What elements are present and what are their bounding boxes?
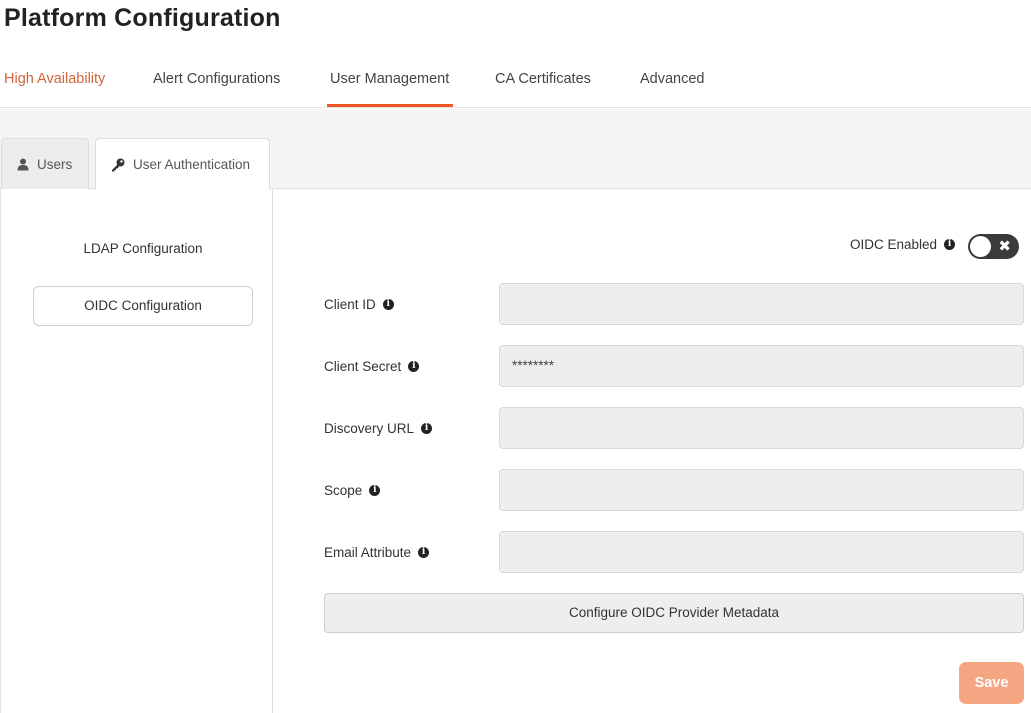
tab-advanced[interactable]: Advanced <box>640 71 705 87</box>
top-tab-bar: High Availability Alert Configurations U… <box>0 56 1031 108</box>
tab-user-management[interactable]: User Management <box>330 71 449 87</box>
ldap-configuration-link[interactable]: LDAP Configuration <box>33 241 253 256</box>
discovery-url-label-text: Discovery URL <box>324 421 415 436</box>
auth-side-menu: LDAP Configuration OIDC Configuration <box>0 189 273 713</box>
oidc-enabled-text: OIDC Enabled <box>850 237 938 252</box>
scope-label: Scope i <box>324 483 381 498</box>
discovery-url-input[interactable] <box>499 407 1024 449</box>
page-title: Platform Configuration <box>4 4 281 32</box>
save-button[interactable]: Save <box>959 662 1024 704</box>
configure-oidc-metadata-button[interactable]: Configure OIDC Provider Metadata <box>324 593 1024 633</box>
subtab-users[interactable]: Users <box>1 138 89 189</box>
oidc-form: OIDC Enabled i ✖ Client ID i Client Secr… <box>273 189 1031 713</box>
tab-high-availability[interactable]: High Availability <box>4 71 105 87</box>
scope-input[interactable] <box>499 469 1024 511</box>
email-attribute-input[interactable] <box>499 531 1024 573</box>
user-icon <box>17 158 29 171</box>
scope-label-text: Scope <box>324 483 363 498</box>
oidc-enabled-toggle[interactable]: ✖ <box>968 234 1019 259</box>
info-icon[interactable]: i <box>408 361 420 372</box>
close-icon: ✖ <box>998 238 1011 255</box>
active-tab-underline <box>327 104 453 107</box>
client-id-label: Client ID i <box>324 297 394 312</box>
subtab-strip: Users User Authentication <box>0 109 1031 190</box>
client-secret-label: Client Secret i <box>324 359 420 374</box>
oidc-enabled-label: OIDC Enabled i <box>850 237 956 252</box>
subtab-auth-label: User Authentication <box>133 157 251 172</box>
subtab-user-authentication[interactable]: User Authentication <box>95 138 270 190</box>
email-attribute-label-text: Email Attribute <box>324 545 412 560</box>
tab-alert-configurations[interactable]: Alert Configurations <box>153 71 280 87</box>
tab-ca-certificates[interactable]: CA Certificates <box>495 71 591 87</box>
email-attribute-label: Email Attribute i <box>324 545 430 560</box>
info-icon[interactable]: i <box>382 299 394 310</box>
info-icon[interactable]: i <box>418 547 430 558</box>
toggle-knob <box>970 236 991 257</box>
key-icon <box>111 158 125 172</box>
client-id-input[interactable] <box>499 283 1024 325</box>
info-icon[interactable]: i <box>944 239 956 250</box>
client-id-label-text: Client ID <box>324 297 376 312</box>
client-secret-input[interactable]: ******** <box>499 345 1024 387</box>
client-secret-label-text: Client Secret <box>324 359 402 374</box>
discovery-url-label: Discovery URL i <box>324 421 433 436</box>
subtab-users-label: Users <box>37 156 73 172</box>
info-icon[interactable]: i <box>369 485 381 496</box>
oidc-configuration-link[interactable]: OIDC Configuration <box>33 286 253 326</box>
info-icon[interactable]: i <box>421 423 433 434</box>
